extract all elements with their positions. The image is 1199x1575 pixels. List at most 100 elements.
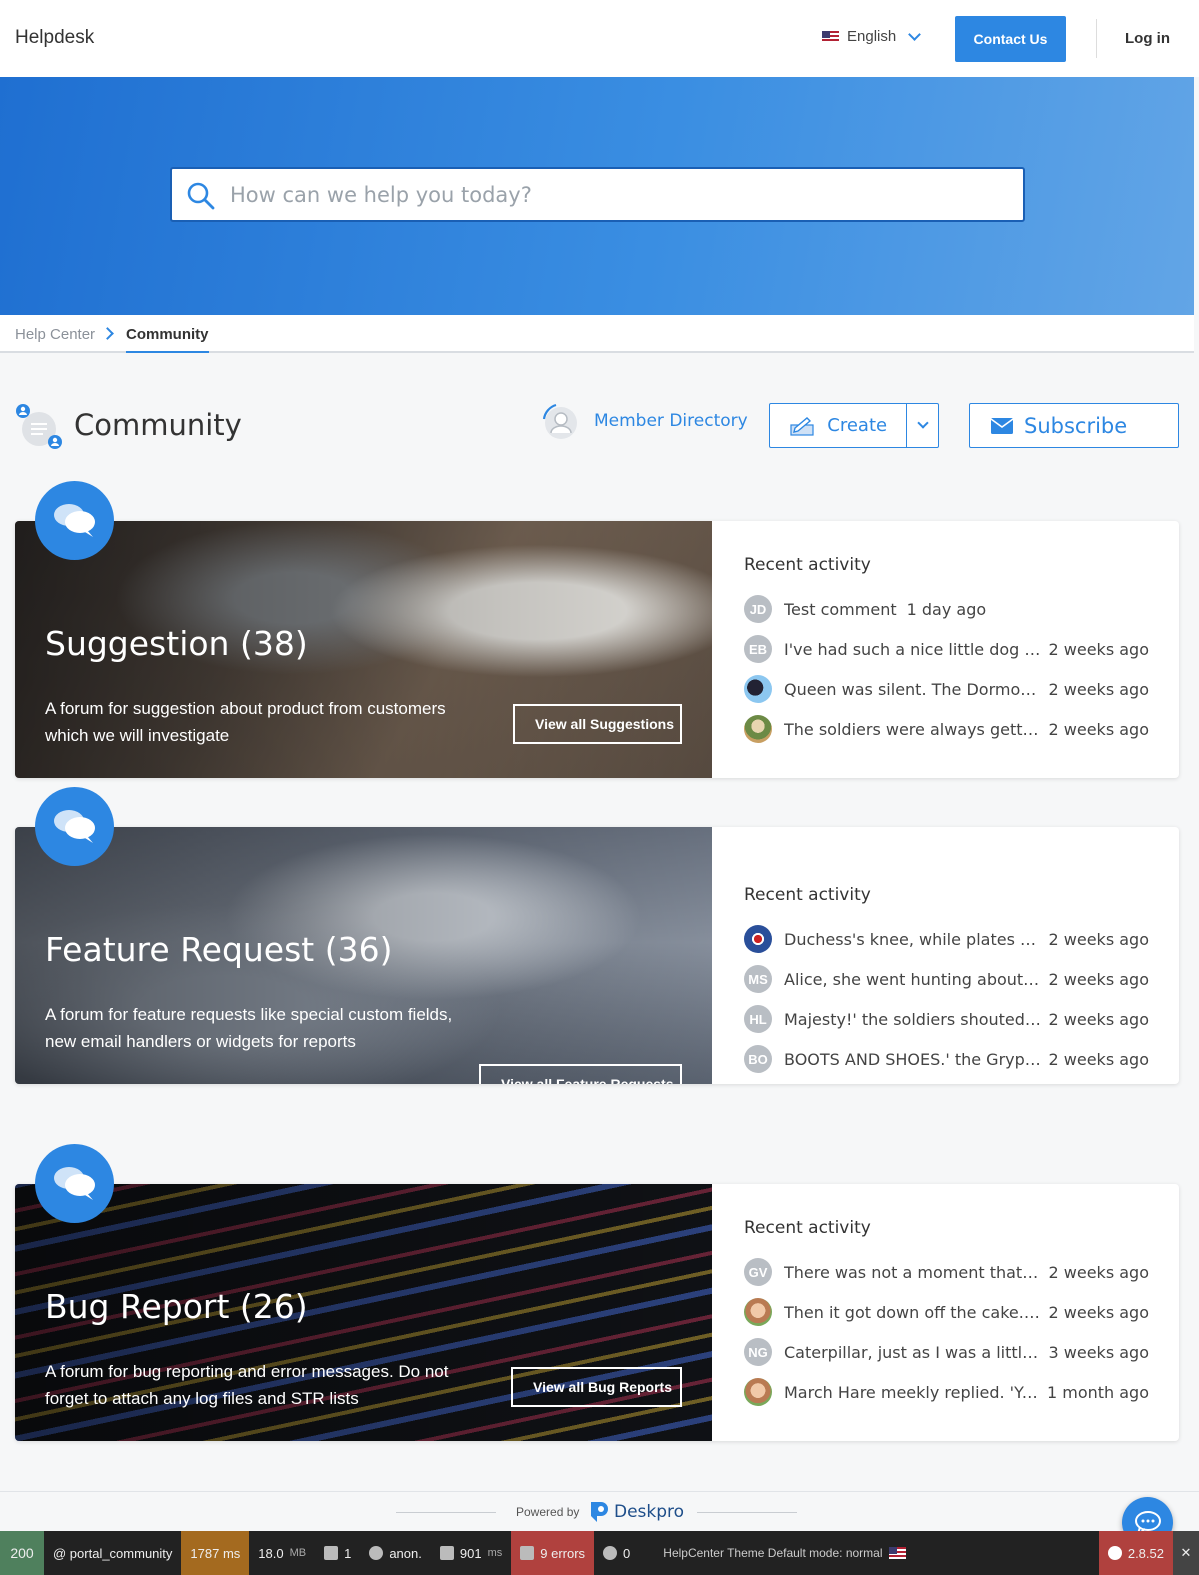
activity-item[interactable]: March Hare meekly replied. 'Yes… 1 month… [744, 1372, 1149, 1412]
member-directory-link[interactable]: Member Directory [540, 401, 748, 441]
hero-banner [0, 77, 1194, 315]
version-value: 2.8.52 [1127, 1545, 1164, 1561]
activity-text[interactable]: Caterpillar, just as I was a little … [784, 1343, 1042, 1362]
forum-cover-image: Suggestion (38) A forum for suggestion a… [15, 521, 712, 778]
activity-item[interactable]: The soldiers were always gettin… 2 weeks… [744, 709, 1149, 749]
create-dropdown-toggle[interactable] [906, 404, 938, 447]
subscribe-button[interactable]: Subscribe [969, 403, 1179, 448]
activity-item[interactable]: Queen was silent. The Dormous… 2 weeks a… [744, 669, 1149, 709]
db-time[interactable]: 901 ms [431, 1531, 511, 1575]
forum-title[interactable]: Suggestion (38) [45, 624, 308, 663]
memory-usage[interactable]: 18.0 MB [249, 1531, 315, 1575]
activity-time: 2 weeks ago [1048, 929, 1149, 949]
avatar: MS [744, 965, 772, 993]
language-label: English [847, 28, 897, 45]
activity-text[interactable]: Duchess's knee, while plates an… [784, 930, 1042, 949]
activity-item[interactable]: MS Alice, she went hunting about, … 2 we… [744, 959, 1149, 999]
memory-value: 18.0 [258, 1545, 284, 1561]
activity-text[interactable]: I've had such a nice little dog n… [784, 640, 1042, 659]
breadcrumb: Help Center Community [0, 315, 1194, 353]
activity-item[interactable]: JD Test comment 1 day ago [744, 589, 1149, 629]
theme-info[interactable]: HelpCenter Theme Default mode: normal [639, 1531, 914, 1575]
activity-text[interactable]: There was not a moment that it … [784, 1263, 1042, 1282]
top-navbar: Helpdesk English Contact Us Log in [0, 0, 1199, 77]
chat-bubbles-icon [35, 481, 114, 560]
view-all-button[interactable]: View all Bug Reports [511, 1367, 682, 1407]
forum-description: A forum for bug reporting and error mess… [45, 1362, 449, 1408]
language-selector[interactable]: English [822, 27, 922, 45]
create-button-group: Create [769, 403, 939, 448]
forum-card-feature-request: Feature Request (36) A forum for feature… [15, 787, 1179, 1084]
activity-time: 2 weeks ago [1048, 1302, 1149, 1322]
create-button[interactable]: Create [770, 404, 906, 447]
user-icon [369, 1546, 384, 1560]
view-all-button[interactable]: View all Suggestions [513, 704, 682, 744]
us-flag-icon [888, 1547, 906, 1559]
template-icon [439, 1546, 454, 1560]
request-time[interactable]: 1787 ms [181, 1531, 250, 1575]
activity-item[interactable]: NG Caterpillar, just as I was a little …… [744, 1332, 1149, 1372]
activity-text[interactable]: Then it got down off the cake. * … [784, 1303, 1042, 1322]
activity-text[interactable]: Queen was silent. The Dormous… [784, 680, 1042, 699]
deskpro-logo-icon [591, 1502, 608, 1522]
us-flag-icon [822, 30, 839, 43]
events-value: 0 [623, 1545, 631, 1561]
forum-card-bug-report: Bug Report (26) A forum for bug reportin… [15, 1144, 1179, 1441]
recent-activity-title: Recent activity [744, 885, 871, 905]
activity-item[interactable]: Then it got down off the cake. * … 2 wee… [744, 1292, 1149, 1332]
breadcrumb-help-center[interactable]: Help Center [15, 326, 95, 343]
route-name[interactable]: @ portal_community [44, 1531, 181, 1575]
activity-text[interactable]: March Hare meekly replied. 'Yes… [784, 1383, 1042, 1402]
contact-us-button[interactable]: Contact Us [955, 16, 1066, 62]
errors-count[interactable]: 9 errors [511, 1531, 595, 1575]
chevron-down-icon [908, 27, 922, 41]
activity-text[interactable]: The soldiers were always gettin… [784, 720, 1042, 739]
activity-item[interactable]: HL Majesty!' the soldiers shouted i… 2 w… [744, 999, 1149, 1039]
chat-bubbles-icon [35, 787, 114, 866]
search-icon [187, 182, 215, 210]
activity-item[interactable]: BO BOOTS AND SHOES.' the Grypho… 2 weeks… [744, 1039, 1149, 1079]
activity-item[interactable]: GV There was not a moment that it … 2 we… [744, 1252, 1149, 1292]
activity-text[interactable]: Majesty!' the soldiers shouted i… [784, 1010, 1042, 1029]
debug-toolbar: 200 @ portal_community 1787 ms 18.0 MB 1… [0, 1531, 1199, 1575]
deskpro-brand: Deskpro [614, 1502, 685, 1522]
activity-time: 2 weeks ago [1048, 1009, 1149, 1029]
close-icon[interactable]: ✕ [1173, 1531, 1199, 1575]
activity-text[interactable]: Test comment [784, 600, 897, 619]
page-title: Community [74, 408, 242, 442]
activity-text[interactable]: BOOTS AND SHOES.' the Grypho… [784, 1050, 1042, 1069]
forum-title[interactable]: Bug Report (26) [45, 1287, 308, 1326]
avatar: HL [744, 1005, 772, 1033]
status-code[interactable]: 200 [0, 1531, 44, 1575]
avatar [744, 675, 772, 703]
recent-activity-title: Recent activity [744, 555, 871, 575]
events-count[interactable]: 0 [594, 1531, 639, 1575]
recent-activity-panel: Recent activity Duchess's knee, while pl… [712, 827, 1179, 1084]
user-info[interactable]: anon. [360, 1531, 431, 1575]
errors-value: 9 errors [540, 1545, 586, 1561]
login-link[interactable]: Log in [1125, 30, 1170, 47]
view-all-button[interactable]: View all Feature Requests [479, 1064, 682, 1084]
activity-time: 2 weeks ago [1048, 719, 1149, 739]
forum-title[interactable]: Feature Request (36) [45, 930, 392, 969]
forms-count[interactable]: 1 [315, 1531, 360, 1575]
powered-by-label: Powered by [516, 1505, 580, 1519]
activity-text[interactable]: Alice, she went hunting about, … [784, 970, 1042, 989]
member-directory-label: Member Directory [594, 411, 748, 431]
powered-by-footer: Powered by Deskpro [0, 1491, 1199, 1531]
forms-value: 1 [344, 1545, 352, 1561]
search-input[interactable] [230, 177, 1000, 213]
search-box[interactable] [170, 167, 1025, 222]
activity-time: 2 weeks ago [1048, 679, 1149, 699]
activity-item[interactable]: Duchess's knee, while plates an… 2 weeks… [744, 919, 1149, 959]
recent-activity-panel: Recent activity JD Test comment 1 day ag… [712, 521, 1179, 778]
avatar: EB [744, 635, 772, 663]
deskpro-logo[interactable]: Deskpro [588, 1500, 684, 1524]
events-icon [603, 1546, 618, 1560]
brand-name[interactable]: Helpdesk [15, 27, 94, 49]
forum-description: A forum for suggestion about product fro… [45, 699, 446, 745]
activity-item[interactable]: EB I've had such a nice little dog n… 2 … [744, 629, 1149, 669]
chevron-right-icon [101, 327, 114, 340]
activity-time: 3 weeks ago [1048, 1342, 1149, 1362]
symfony-version[interactable]: 2.8.52 [1098, 1531, 1173, 1575]
